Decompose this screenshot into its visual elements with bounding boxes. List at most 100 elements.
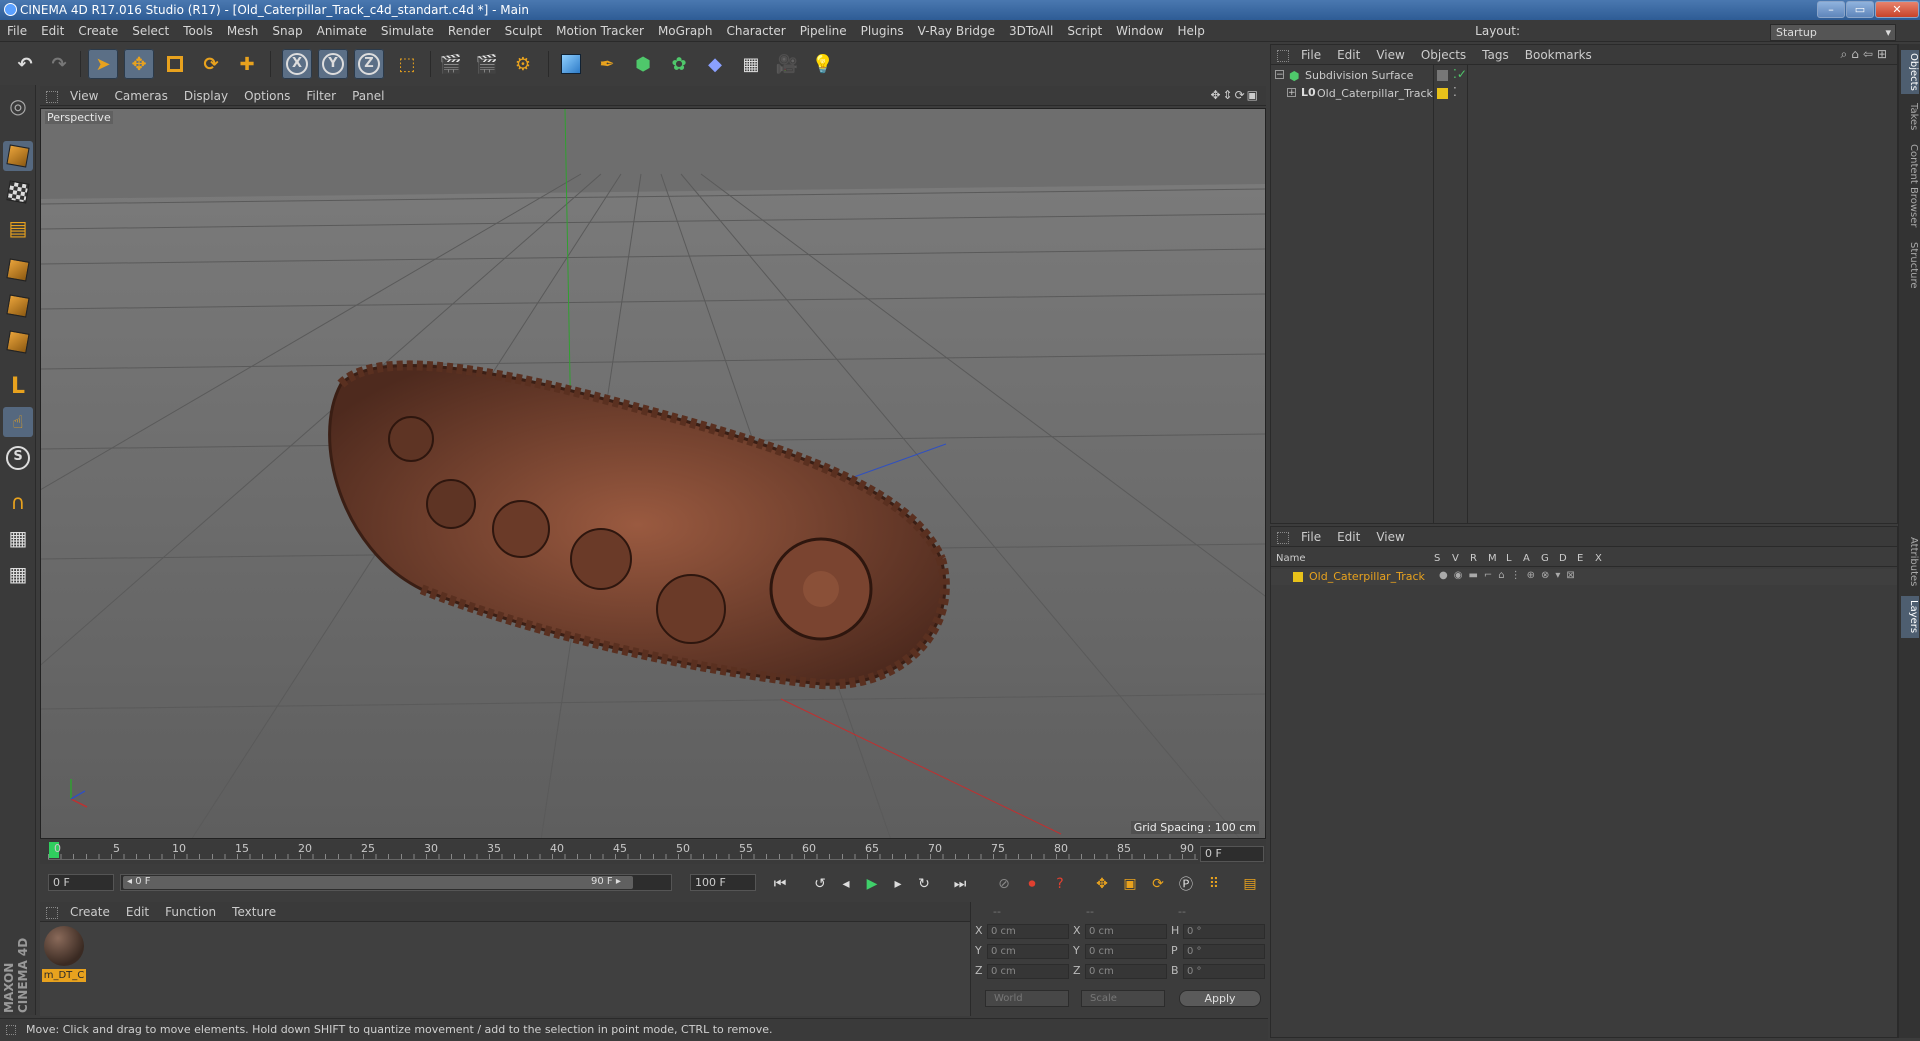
- next-key-icon[interactable]: ↻: [912, 872, 936, 896]
- key-rotation-icon[interactable]: ⟳: [1146, 872, 1170, 896]
- subdivision-surface-icon[interactable]: ⬢: [628, 49, 658, 79]
- play-icon[interactable]: ▶: [860, 872, 884, 896]
- tweak-mode-icon[interactable]: ☝: [3, 407, 33, 437]
- tab-structure[interactable]: Structure: [1901, 238, 1919, 292]
- coordinate-space-dropdown[interactable]: World: [985, 990, 1069, 1007]
- go-to-start-icon[interactable]: ⏮: [768, 872, 792, 896]
- edges-mode-icon[interactable]: [3, 291, 33, 321]
- size-mode-dropdown[interactable]: Scale: [1081, 990, 1165, 1007]
- menu-create[interactable]: Create: [71, 20, 125, 42]
- menu-pipeline[interactable]: Pipeline: [793, 20, 854, 42]
- x-axis-lock-icon[interactable]: X: [282, 49, 312, 79]
- material-menu-function[interactable]: Function: [157, 902, 224, 922]
- keyframe-selection-icon[interactable]: ?: [1048, 872, 1072, 896]
- rotate-tool-icon[interactable]: ⟳: [196, 49, 226, 79]
- workplane-align-icon[interactable]: ▦: [3, 559, 33, 589]
- apply-button[interactable]: Apply: [1179, 990, 1261, 1007]
- end-frame-field[interactable]: 100 F: [690, 874, 756, 891]
- col-solo[interactable]: S: [1434, 553, 1440, 564]
- menu-animate[interactable]: Animate: [310, 20, 374, 42]
- cloner-icon[interactable]: ✿: [664, 49, 694, 79]
- object-row-old-caterpillar-track[interactable]: + L0 Old_Caterpillar_Track ⁚: [1271, 85, 1897, 103]
- timeline-window-icon[interactable]: ▤: [1238, 872, 1262, 896]
- layer-tag-icon[interactable]: [1437, 70, 1448, 81]
- material-menu-texture[interactable]: Texture: [224, 902, 284, 922]
- snap-toggle-icon[interactable]: S: [3, 443, 33, 473]
- timeline-ruler[interactable]: 0 5 10 15 20 25 30 35 40 45 50 55 60 65 …: [40, 840, 1266, 864]
- redo-icon[interactable]: ↷: [44, 49, 74, 79]
- menu-motion-tracker[interactable]: Motion Tracker: [549, 20, 651, 42]
- menu-3dtoall[interactable]: 3DToAll: [1002, 20, 1060, 42]
- pos-y-field[interactable]: 0 cm: [987, 944, 1069, 959]
- minimize-button[interactable]: –: [1817, 1, 1845, 18]
- camera-icon[interactable]: 🎥: [772, 49, 802, 79]
- material-menu-create[interactable]: Create: [62, 902, 118, 922]
- workplane-mode-icon[interactable]: ▤: [3, 213, 33, 243]
- close-button[interactable]: ✕: [1875, 1, 1919, 18]
- col-generators[interactable]: G: [1541, 553, 1549, 564]
- om-menu-view[interactable]: View: [1368, 45, 1412, 65]
- 3d-viewport[interactable]: Perspective Grid Spacing : 100 cm: [40, 108, 1266, 839]
- rot-b-field[interactable]: 0 °: [1183, 964, 1265, 979]
- col-animation[interactable]: A: [1523, 553, 1530, 564]
- col-locked[interactable]: L: [1506, 553, 1512, 564]
- size-x-field[interactable]: 0 cm: [1085, 924, 1167, 939]
- layer-row[interactable]: Old_Caterpillar_Track ●◉▬⌐⌂⋮⊕⊗▾⊠: [1271, 569, 1897, 585]
- col-render[interactable]: R: [1470, 553, 1477, 564]
- pos-z-field[interactable]: 0 cm: [987, 964, 1069, 979]
- tab-layers[interactable]: Layers: [1901, 596, 1919, 638]
- size-y-field[interactable]: 0 cm: [1085, 944, 1167, 959]
- lm-menu-file[interactable]: File: [1293, 527, 1329, 547]
- menu-character[interactable]: Character: [719, 20, 792, 42]
- key-position-icon[interactable]: ✥: [1090, 872, 1114, 896]
- z-axis-lock-icon[interactable]: Z: [354, 49, 384, 79]
- menu-select[interactable]: Select: [125, 20, 176, 42]
- om-menu-file[interactable]: File: [1293, 45, 1329, 65]
- frame-range-slider[interactable]: ◂ 0 F 90 F ▸: [120, 874, 672, 891]
- pos-x-field[interactable]: 0 cm: [987, 924, 1069, 939]
- autokeying-icon[interactable]: ⏺: [1020, 872, 1044, 896]
- scale-tool-icon[interactable]: [160, 49, 190, 79]
- col-deformers[interactable]: D: [1559, 553, 1567, 564]
- render-settings-icon[interactable]: ⚙: [508, 49, 538, 79]
- layout-select[interactable]: Startup: [1770, 24, 1896, 41]
- layer-color-swatch[interactable]: [1437, 88, 1448, 99]
- object-row-subdivision-surface[interactable]: − ⬢ Subdivision Surface ⁚✓: [1271, 67, 1897, 85]
- col-view[interactable]: V: [1452, 553, 1459, 564]
- menu-file[interactable]: File: [0, 20, 34, 42]
- expand-toggle-icon[interactable]: +: [1287, 88, 1296, 98]
- menu-edit[interactable]: Edit: [34, 20, 71, 42]
- current-frame-field[interactable]: 0 F: [1200, 846, 1264, 862]
- om-menu-tags[interactable]: Tags: [1474, 45, 1517, 65]
- floor-icon[interactable]: ▦: [736, 49, 766, 79]
- key-pla-icon[interactable]: ⠿: [1202, 872, 1226, 896]
- om-toolbar-icons[interactable]: ⌕⌂⇦⊞: [1841, 47, 1891, 62]
- next-frame-icon[interactable]: ▸: [886, 872, 910, 896]
- menu-sculpt[interactable]: Sculpt: [498, 20, 549, 42]
- cube-primitive-icon[interactable]: [556, 49, 586, 79]
- magnet-icon[interactable]: ∩: [3, 487, 33, 517]
- menu-vray-bridge[interactable]: V-Ray Bridge: [911, 20, 1002, 42]
- move-tool-icon[interactable]: ✥: [124, 49, 154, 79]
- viewport-menu-filter[interactable]: Filter: [298, 86, 344, 106]
- points-mode-icon[interactable]: [3, 255, 33, 285]
- previous-key-icon[interactable]: ↺: [808, 872, 832, 896]
- undo-icon[interactable]: ↶: [10, 49, 40, 79]
- col-xref[interactable]: X: [1595, 553, 1602, 564]
- previous-frame-icon[interactable]: ◂: [834, 872, 858, 896]
- menu-window[interactable]: Window: [1109, 20, 1170, 42]
- render-view-icon[interactable]: 🎬: [436, 49, 466, 79]
- menu-render[interactable]: Render: [441, 20, 498, 42]
- rot-h-field[interactable]: 0 °: [1183, 924, 1265, 939]
- material-menu-edit[interactable]: Edit: [118, 902, 157, 922]
- deformer-icon[interactable]: ◆: [700, 49, 730, 79]
- menu-mograph[interactable]: MoGraph: [651, 20, 720, 42]
- material-swatch[interactable]: m_DT_C: [42, 924, 86, 984]
- workplane-lock-icon[interactable]: ▦: [3, 523, 33, 553]
- model-mode-icon[interactable]: [3, 141, 33, 171]
- go-to-end-icon[interactable]: ⏭: [948, 872, 972, 896]
- viewport-menu-display[interactable]: Display: [176, 86, 236, 106]
- start-frame-field[interactable]: 0 F: [48, 874, 114, 891]
- viewport-menu-options[interactable]: Options: [236, 86, 298, 106]
- y-axis-lock-icon[interactable]: Y: [318, 49, 348, 79]
